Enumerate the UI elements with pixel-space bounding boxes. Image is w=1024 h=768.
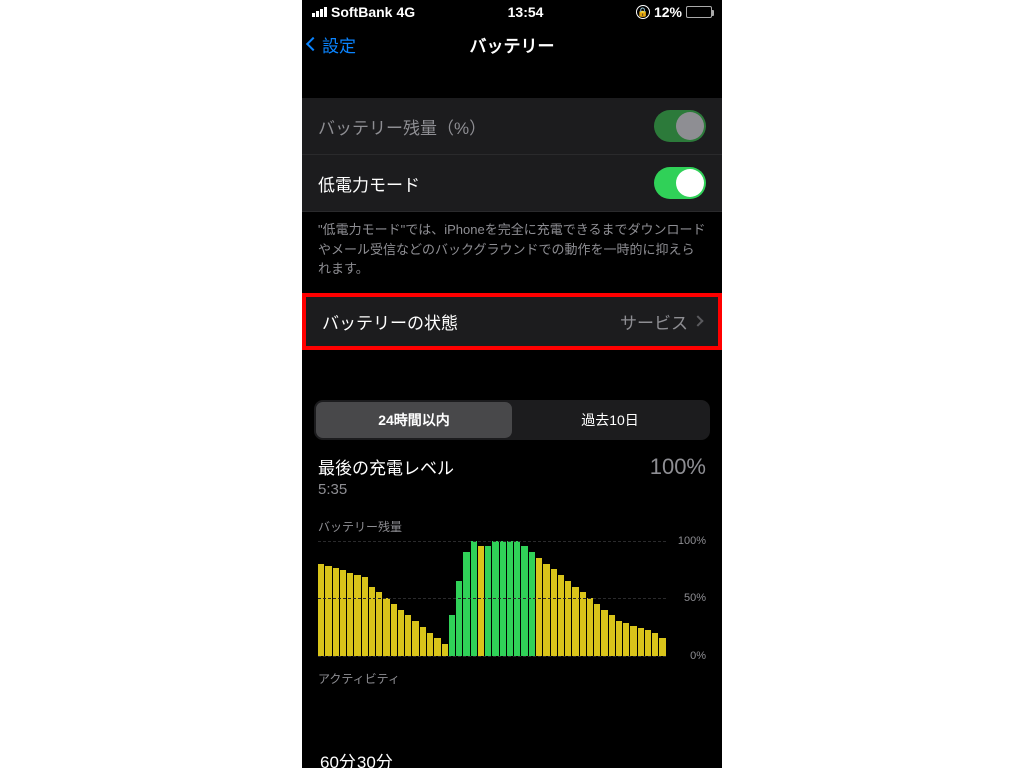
page-title: バッテリー <box>470 32 555 57</box>
chart-bar <box>652 633 658 656</box>
low-power-footer: "低電力モード"では、iPhoneを完全に充電できるまでダウンロードやメール受信… <box>302 212 722 293</box>
rotation-lock-icon: 🔒 <box>636 5 650 19</box>
chart-bar <box>638 628 644 656</box>
ylab-50: 50% <box>684 592 706 604</box>
segmented-wrap: 24時間以内 過去10日 <box>302 386 722 450</box>
chart-bar <box>362 577 368 655</box>
chart-bar <box>412 621 418 656</box>
chart-bar <box>485 546 491 655</box>
ylab-30m: 30分 <box>357 748 393 768</box>
chart-bar <box>630 626 636 656</box>
status-bar: SoftBank 4G 13:54 🔒 12% <box>302 0 722 22</box>
row-label: バッテリー残量（%） <box>318 114 486 139</box>
back-button[interactable]: 設定 <box>308 22 356 66</box>
chart-bar <box>565 581 571 656</box>
chart-bar <box>580 592 586 655</box>
activity-chart-label: アクティビティ <box>318 670 706 687</box>
chart-bar <box>551 569 557 655</box>
toggle-battery-percent[interactable] <box>654 110 706 142</box>
chart-bar <box>558 575 564 656</box>
ylab-100: 100% <box>678 535 706 547</box>
chart-bar <box>427 633 433 656</box>
battery-chart: 100% 50% 0% <box>318 541 706 656</box>
chart-bar <box>391 604 397 656</box>
activity-chart-section: アクティビティ 60分 30分 <box>302 660 722 768</box>
row-label: バッテリーの状態 <box>322 309 458 334</box>
chart-bar <box>616 621 622 656</box>
chart-bar <box>609 615 615 655</box>
chart-bar <box>354 575 360 656</box>
segment-10d[interactable]: 過去10日 <box>512 402 708 438</box>
chart-bar <box>442 644 448 656</box>
chart-bar <box>659 638 665 655</box>
chevron-left-icon <box>306 37 320 51</box>
battery-percent-label: 12% <box>654 4 682 20</box>
chart-bar <box>347 573 353 656</box>
signal-icon <box>312 7 327 17</box>
spacer <box>302 66 722 98</box>
chart-bar <box>369 587 375 656</box>
chart-bar <box>572 587 578 656</box>
chart-bar <box>340 570 346 655</box>
chart-bar <box>383 598 389 656</box>
chart-bar <box>543 564 549 656</box>
chart-bar <box>398 610 404 656</box>
chart-bar <box>376 592 382 655</box>
chart-bar <box>405 615 411 655</box>
spacer <box>302 350 722 386</box>
chart-bar <box>333 568 339 655</box>
charge-level-row: 最後の充電レベル 5:35 100% <box>302 450 722 508</box>
ylab-60m: 60分 <box>320 748 356 768</box>
back-label: 設定 <box>322 32 356 57</box>
charge-level-time: 5:35 <box>318 481 454 498</box>
chart-bar <box>318 564 324 656</box>
row-value: サービス <box>620 309 702 334</box>
battery-chart-section: バッテリー残量 100% 50% 0% <box>302 508 722 660</box>
network-label: 4G <box>396 4 415 20</box>
nav-bar: 設定 バッテリー <box>302 22 722 66</box>
segment-24h[interactable]: 24時間以内 <box>316 402 512 438</box>
activity-chart: 60分 30分 <box>318 693 706 768</box>
row-battery-health[interactable]: バッテリーの状態 サービス <box>306 297 718 346</box>
charge-level-pct: 100% <box>650 454 706 480</box>
battery-icon <box>686 6 712 18</box>
chart-bar <box>529 552 535 656</box>
chart-bar <box>434 638 440 655</box>
chart-bar <box>325 566 331 656</box>
phone-frame: SoftBank 4G 13:54 🔒 12% 設定 バッテリー バッテリー残量… <box>302 0 722 768</box>
chart-bar <box>456 581 462 656</box>
chart-bar <box>645 630 651 655</box>
carrier-label: SoftBank <box>331 4 392 20</box>
toggle-low-power[interactable] <box>654 167 706 199</box>
row-label: 低電力モード <box>318 171 420 196</box>
chevron-right-icon <box>692 315 703 326</box>
chart-bar <box>521 546 527 655</box>
highlight-frame: バッテリーの状態 サービス <box>302 293 722 350</box>
chart-bar <box>463 552 469 656</box>
chart-bar <box>623 623 629 655</box>
chart-bar <box>594 604 600 656</box>
status-time: 13:54 <box>508 4 544 20</box>
chart-bar <box>587 598 593 656</box>
chart-bar <box>449 615 455 655</box>
chart-bar <box>478 546 484 655</box>
battery-health-value: サービス <box>620 309 688 334</box>
chart-bar <box>536 558 542 656</box>
segmented-control[interactable]: 24時間以内 過去10日 <box>314 400 710 440</box>
chart-bar <box>601 610 607 656</box>
chart-bar <box>420 627 426 656</box>
ylab-0: 0% <box>690 650 706 662</box>
row-battery-percent[interactable]: バッテリー残量（%） <box>302 98 722 155</box>
battery-chart-label: バッテリー残量 <box>318 518 706 535</box>
charge-level-title: 最後の充電レベル <box>318 454 454 479</box>
row-low-power[interactable]: 低電力モード <box>302 155 722 212</box>
